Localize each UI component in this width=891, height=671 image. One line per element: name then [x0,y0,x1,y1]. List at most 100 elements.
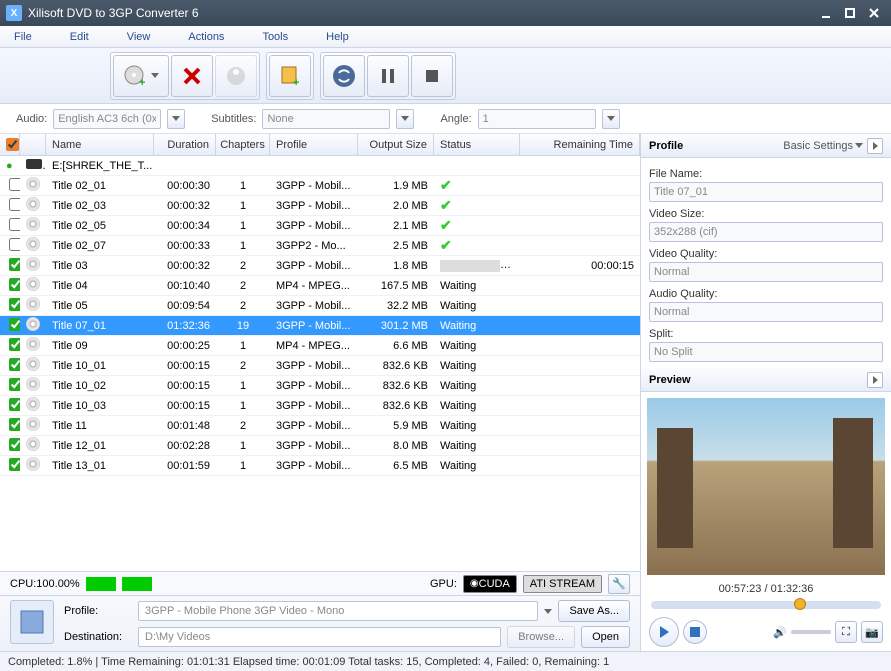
table-row[interactable]: Title 10_0200:00:1513GPP - Mobil...832.6… [0,376,640,396]
row-checkbox[interactable] [9,318,20,331]
preview-slider[interactable] [651,601,881,609]
menu-tools[interactable]: Tools [262,31,288,43]
close-button[interactable] [863,5,885,21]
col-remaining[interactable]: Remaining Time [520,134,640,155]
subtitles-select[interactable] [262,109,390,129]
save-as-button[interactable]: Save As... [558,600,630,622]
row-checkbox[interactable] [9,378,20,391]
row-profile: 3GPP2 - Mo... [270,240,358,252]
row-profile: 3GPP - Mobil... [270,420,358,432]
table-row[interactable]: Title 1100:01:4823GPP - Mobil...5.9 MBWa… [0,416,640,436]
minimize-button[interactable] [815,5,837,21]
col-name[interactable]: Name [46,134,154,155]
row-checkbox[interactable] [9,338,20,351]
add-output-button[interactable]: + [269,55,311,97]
table-row[interactable]: Title 13_0100:01:5913GPP - Mobil...6.5 M… [0,456,640,476]
settings-button[interactable]: 🔧 [608,574,630,594]
row-checkbox[interactable] [9,398,20,411]
video-quality-field[interactable] [649,262,883,282]
volume-slider[interactable] [791,630,831,634]
menu-actions[interactable]: Actions [188,31,224,43]
row-checkbox[interactable] [9,438,20,451]
disc-icon [26,377,40,391]
info-button[interactable] [215,55,257,97]
col-duration[interactable]: Duration [154,134,216,155]
row-checkbox[interactable] [9,278,20,291]
row-size: 832.6 KB [358,360,434,372]
videosize-field[interactable] [649,222,883,242]
col-output-size[interactable]: Output Size [358,134,434,155]
profile-field[interactable] [138,601,538,621]
audio-dropdown[interactable] [167,109,185,129]
menu-view[interactable]: View [127,31,151,43]
row-checkbox[interactable] [9,218,20,231]
row-checkbox[interactable] [9,178,20,191]
split-field[interactable] [649,342,883,362]
convert-button[interactable] [323,55,365,97]
filename-field[interactable] [649,182,883,202]
audio-select[interactable] [53,109,161,129]
table-row[interactable]: Title 02_0700:00:3313GPP2 - Mo...2.5 MB✔ [0,236,640,256]
browse-button[interactable]: Browse... [507,626,575,648]
profile-panel-header: Profile Basic Settings [641,134,891,158]
audio-quality-field[interactable] [649,302,883,322]
table-row[interactable]: Title 02_0500:00:3413GPP - Mobil...2.1 M… [0,216,640,236]
menu-file[interactable]: File [14,31,32,43]
table-row[interactable]: Title 02_0100:00:3013GPP - Mobil...1.9 M… [0,176,640,196]
remove-button[interactable] [171,55,213,97]
row-checkbox[interactable] [9,198,20,211]
table-row[interactable]: Title 0300:00:3223GPP - Mobil...1.8 MB 1… [0,256,640,276]
destination-field[interactable] [138,627,501,647]
disc-icon [26,257,40,271]
svg-text:+: + [139,77,145,88]
maximize-button[interactable] [839,5,861,21]
add-disc-button[interactable]: + [113,55,169,97]
table-row[interactable]: Title 02_0300:00:3213GPP - Mobil...2.0 M… [0,196,640,216]
row-checkbox[interactable] [9,358,20,371]
row-profile: 3GPP - Mobil... [270,440,358,452]
col-status[interactable]: Status [434,134,520,155]
table-row[interactable]: Title 0400:10:402MP4 - MPEG...167.5 MBWa… [0,276,640,296]
row-checkbox[interactable] [9,458,20,471]
source-label: E:[SHREK_THE_T... [46,160,640,172]
row-checkbox[interactable] [9,298,20,311]
table-row[interactable]: Title 12_0100:02:2813GPP - Mobil...8.0 M… [0,436,640,456]
preview-video[interactable] [647,398,885,575]
row-duration: 00:00:15 [154,360,216,372]
subtitles-dropdown[interactable] [396,109,414,129]
table-row[interactable]: Title 10_0300:00:1513GPP - Mobil...832.6… [0,396,640,416]
row-checkbox[interactable] [9,418,20,431]
pause-button[interactable] [367,55,409,97]
source-row[interactable]: ●E:[SHREK_THE_T... [0,156,640,176]
disc-icon [26,397,40,411]
basic-settings-dropdown-icon[interactable] [855,143,863,148]
play-button[interactable] [649,617,679,647]
table-row[interactable]: Title 0900:00:251MP4 - MPEG...6.6 MBWait… [0,336,640,356]
menu-help[interactable]: Help [326,31,349,43]
preview-collapse-button[interactable] [867,372,883,388]
row-checkbox[interactable] [9,238,20,251]
row-status: ✔ [434,237,520,254]
disc-icon [26,297,40,311]
table-row[interactable]: Title 10_0100:00:1523GPP - Mobil...832.6… [0,356,640,376]
stop-button[interactable] [411,55,453,97]
menu-edit[interactable]: Edit [70,31,89,43]
row-checkbox[interactable] [9,258,20,271]
open-button[interactable]: Open [581,626,630,648]
profile-collapse-button[interactable] [867,138,883,154]
col-profile[interactable]: Profile [270,134,358,155]
menubar: File Edit View Actions Tools Help [0,26,891,48]
profile-dropdown[interactable] [544,605,552,617]
select-all-checkbox[interactable] [6,138,19,151]
snapshot-button[interactable]: 📷 [861,621,883,643]
volume-icon[interactable]: 🔊 [773,626,787,639]
table-row[interactable]: Title 0500:09:5423GPP - Mobil...32.2 MBW… [0,296,640,316]
fullscreen-button[interactable]: ⛶ [835,621,857,643]
row-size: 6.5 MB [358,460,434,472]
col-chapters[interactable]: Chapters [216,134,270,155]
stop-preview-button[interactable] [683,620,707,644]
angle-dropdown[interactable] [602,109,620,129]
table-row[interactable]: Title 07_0101:32:36193GPP - Mobil...301.… [0,316,640,336]
angle-select[interactable] [478,109,596,129]
basic-settings-label[interactable]: Basic Settings [783,140,853,152]
